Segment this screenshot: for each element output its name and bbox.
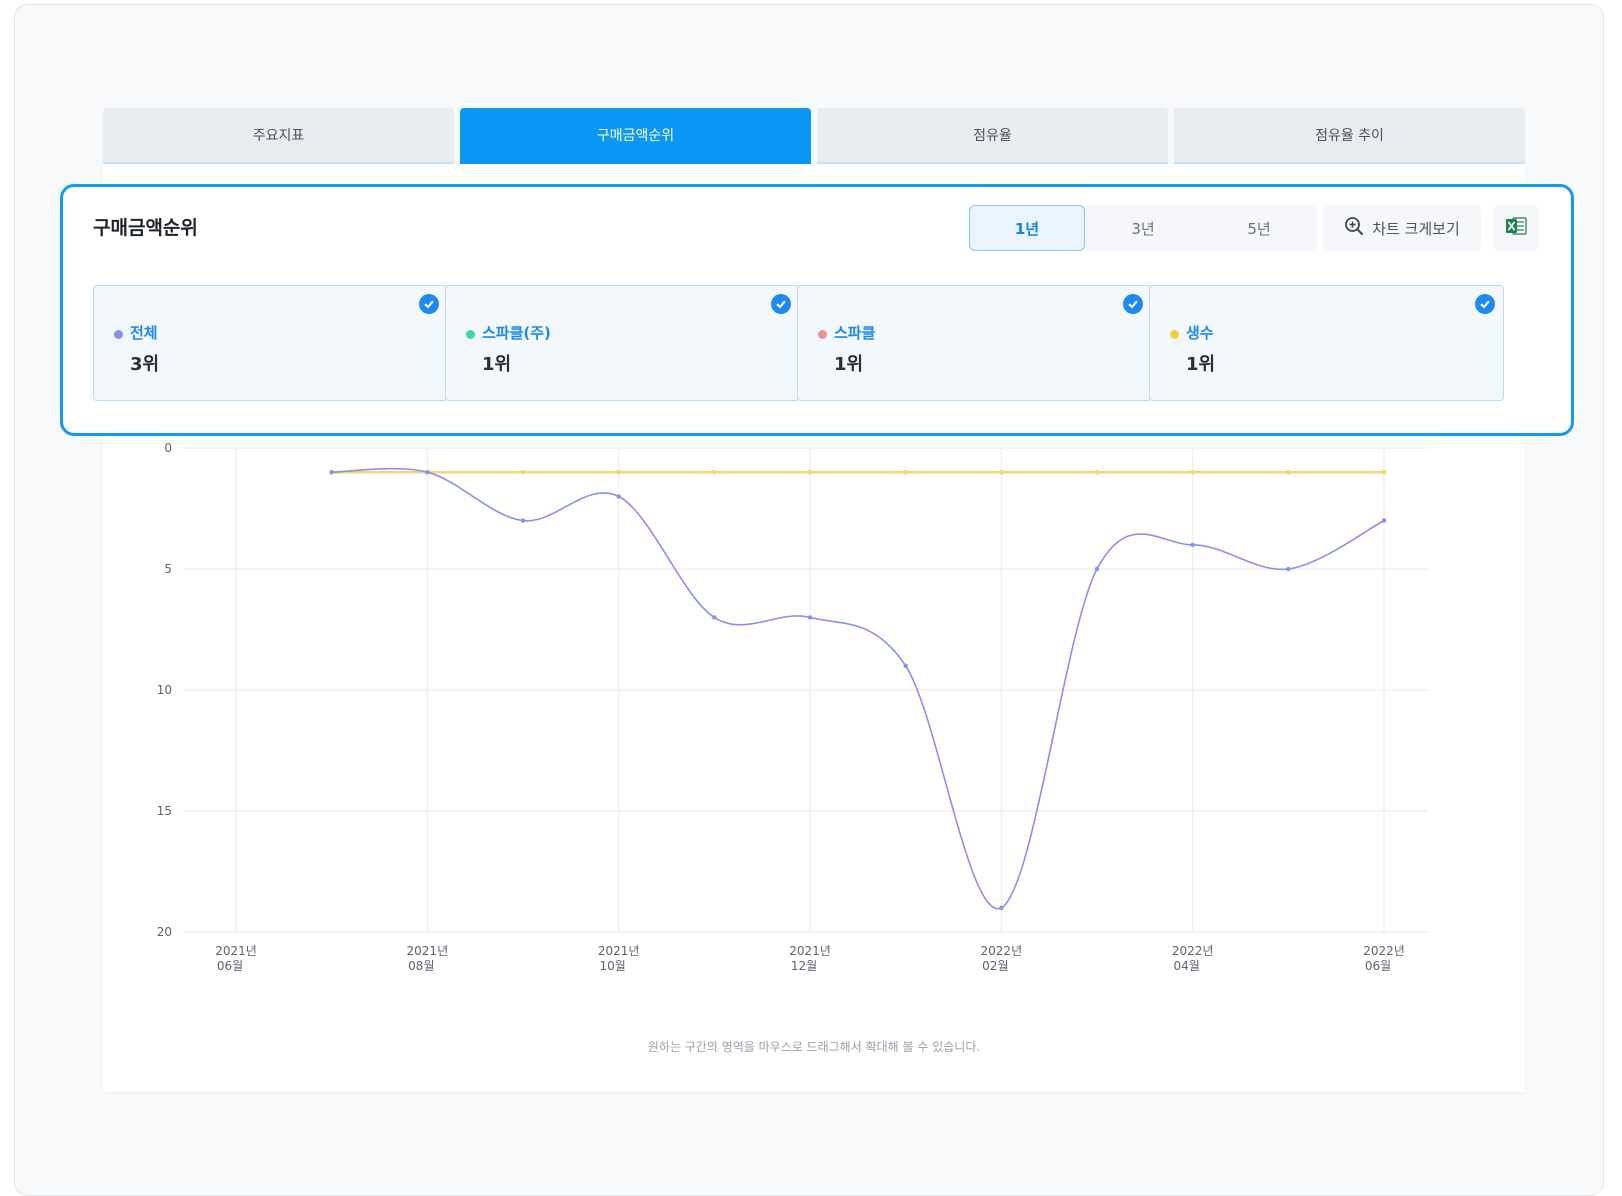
excel-download-button[interactable] bbox=[1493, 205, 1539, 251]
period-1y-button[interactable]: 1년 bbox=[969, 205, 1085, 251]
check-icon[interactable] bbox=[419, 294, 439, 314]
period-selector: 1년 3년 5년 bbox=[969, 205, 1317, 251]
card-rank-value: 1위 bbox=[482, 354, 512, 375]
card-total[interactable]: 전체 3위 bbox=[93, 285, 448, 401]
tab-bar: 주요지표 구매금액순위 점유율 점유율 추이 bbox=[103, 108, 1525, 164]
excel-icon bbox=[1505, 216, 1527, 240]
card-sparkle-corp[interactable]: 스파클(주) 1위 bbox=[445, 285, 800, 401]
tab-main-indicators[interactable]: 주요지표 bbox=[103, 108, 454, 164]
period-3y-button[interactable]: 3년 bbox=[1085, 205, 1201, 251]
tab-market-share[interactable]: 점유율 bbox=[817, 108, 1168, 164]
card-rank-value: 1위 bbox=[834, 354, 864, 375]
panel-title: 구매금액순위 bbox=[93, 217, 198, 239]
series-color-dot bbox=[466, 330, 475, 339]
tab-purchase-rank[interactable]: 구매금액순위 bbox=[460, 108, 811, 164]
period-5y-button[interactable]: 5년 bbox=[1201, 205, 1317, 251]
card-water[interactable]: 생수 1위 bbox=[1149, 285, 1504, 401]
check-icon[interactable] bbox=[1123, 294, 1143, 314]
zoom-button-label: 차트 크게보기 bbox=[1372, 219, 1460, 238]
card-series-name: 스파클 bbox=[834, 324, 876, 342]
zoom-in-icon bbox=[1344, 216, 1364, 240]
card-series-name: 생수 bbox=[1186, 324, 1214, 342]
check-icon[interactable] bbox=[1475, 294, 1495, 314]
card-series-name: 전체 bbox=[130, 324, 158, 342]
check-icon[interactable] bbox=[771, 294, 791, 314]
series-color-dot bbox=[818, 330, 827, 339]
chart-zoom-button[interactable]: 차트 크게보기 bbox=[1323, 205, 1481, 251]
series-color-dot bbox=[1170, 330, 1179, 339]
card-rank-value: 3위 bbox=[130, 354, 160, 375]
zoom-hint-text: 원하는 구간의 영역을 마우스로 드래그해서 확대해 볼 수 있습니다. bbox=[647, 1040, 981, 1054]
series-color-dot bbox=[114, 330, 123, 339]
card-sparkle[interactable]: 스파클 1위 bbox=[797, 285, 1152, 401]
card-rank-value: 1위 bbox=[1186, 354, 1216, 375]
rank-summary-panel: 구매금액순위 1년 3년 5년 차트 크게보기 전체 3위 스파클(주) 1위 … bbox=[60, 184, 1574, 436]
card-series-name: 스파클(주) bbox=[482, 324, 551, 342]
tab-share-trend[interactable]: 점유율 추이 bbox=[1174, 108, 1525, 164]
